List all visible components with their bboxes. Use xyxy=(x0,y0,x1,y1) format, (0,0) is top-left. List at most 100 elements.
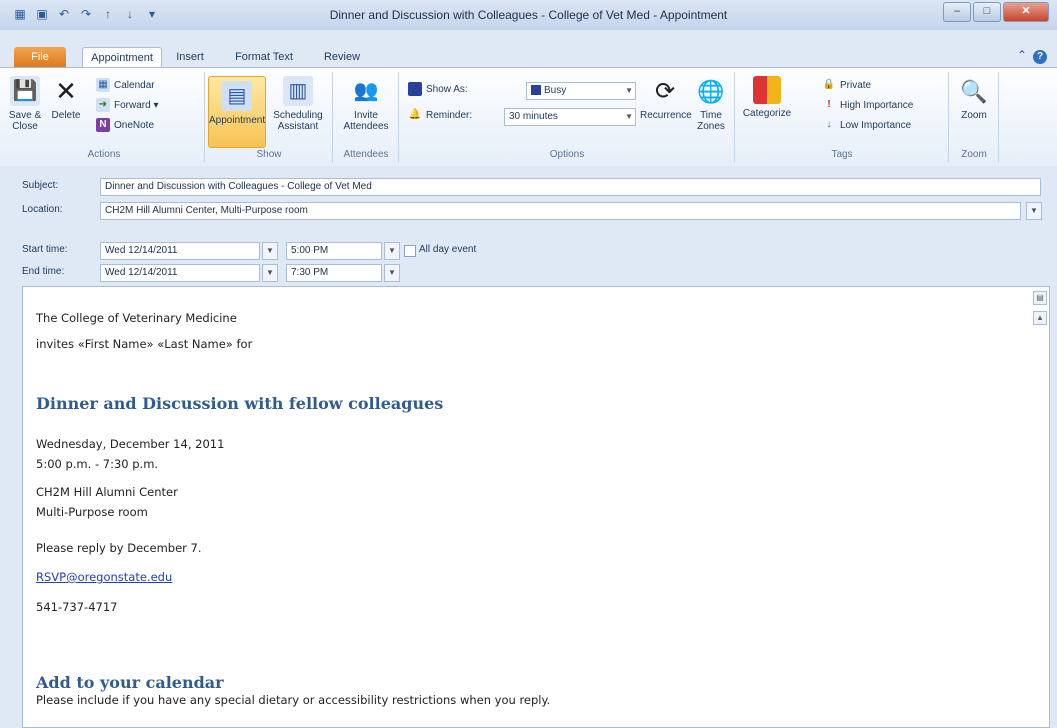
end-time-label: End time: xyxy=(22,266,65,277)
actions-group-label: Actions xyxy=(87,149,121,160)
bell-icon: 🔔 xyxy=(408,109,422,121)
onenote-button[interactable]: N OneNote xyxy=(96,118,154,134)
subject-label: Subject: xyxy=(22,180,59,191)
reminder-select[interactable]: 30 minutes ▼ xyxy=(504,108,636,126)
chevron-down-icon: ▼ xyxy=(625,112,633,121)
tab-review[interactable]: Review xyxy=(312,47,372,67)
appointment-form: Subject: Dinner and Discussion with Coll… xyxy=(0,166,1057,286)
body-time: 5:00 p.m. - 7:30 p.m. xyxy=(36,457,159,471)
location-label: Location: xyxy=(22,204,63,215)
start-time-dropdown[interactable]: ▼ xyxy=(384,242,400,260)
body-phone: 541-737-4717 xyxy=(36,600,118,614)
message-body[interactable]: ▤ ▲ The College of Veterinary Medicine i… xyxy=(22,286,1050,728)
time-zones-button[interactable]: 🌐 Time Zones xyxy=(692,76,730,132)
location-dropdown[interactable]: ▼ xyxy=(1026,202,1042,220)
reminder-label: 🔔 Reminder: xyxy=(408,108,472,124)
options-group-label: Options xyxy=(549,149,585,160)
appointment-icon: ▤ xyxy=(222,81,252,111)
onenote-icon: N xyxy=(96,118,110,133)
end-time-field[interactable]: 7:30 PM xyxy=(286,264,382,282)
zoom-group-label: Zoom xyxy=(961,149,987,160)
calendar-button[interactable]: ▦ Calendar xyxy=(96,78,155,94)
show-as-label: Show As: xyxy=(408,82,468,98)
categorize-icon xyxy=(753,76,781,104)
save-close-button[interactable]: 💾 Save & Close xyxy=(6,76,44,132)
low-importance-icon: ↓ xyxy=(826,119,832,131)
all-day-checkbox[interactable] xyxy=(404,245,416,257)
tab-file[interactable]: File xyxy=(14,47,66,67)
group-show: ▤ Appointment ▥ Scheduling Assistant Sho… xyxy=(206,72,333,162)
scheduling-assistant-button[interactable]: ▥ Scheduling Assistant xyxy=(268,76,328,132)
calendar-small-icon: ▦ xyxy=(96,78,110,93)
calendar-label: Calendar xyxy=(114,80,155,91)
save-close-icon: 💾 xyxy=(10,76,40,106)
chevron-down-icon: ▼ xyxy=(625,86,633,95)
start-date-dropdown[interactable]: ▼ xyxy=(262,242,278,260)
delete-label: Delete xyxy=(51,110,81,121)
body-scroll-controls: ▤ ▲ xyxy=(1033,291,1047,335)
recurrence-icon: ⟳ xyxy=(654,77,676,105)
location-field[interactable]: CH2M Hill Alumni Center, Multi-Purpose r… xyxy=(100,202,1021,220)
reminder-text: Reminder: xyxy=(426,110,473,121)
private-label: Private xyxy=(840,80,872,91)
all-day-label: All day event xyxy=(419,244,477,255)
tab-appointment[interactable]: Appointment xyxy=(82,47,162,69)
body-line-college: The College of Veterinary Medicine xyxy=(36,311,237,325)
forward-label: Forward xyxy=(114,100,151,111)
tab-insert[interactable]: Insert xyxy=(168,47,212,67)
show-group-label: Show xyxy=(256,149,282,160)
ribbon-collapse-icon[interactable]: ⌃ xyxy=(1017,48,1027,62)
window-title: Dinner and Discussion with Colleagues - … xyxy=(329,8,728,22)
help-icon[interactable]: ? xyxy=(1033,50,1047,64)
delete-icon: ✕ xyxy=(55,75,77,106)
forward-icon: ➜ xyxy=(96,98,110,113)
end-time-dropdown[interactable]: ▼ xyxy=(384,264,400,282)
delete-button[interactable]: ✕ Delete xyxy=(46,75,86,122)
body-date: Wednesday, December 14, 2011 xyxy=(36,437,225,451)
high-importance-label: High Importance xyxy=(840,100,914,111)
forward-button[interactable]: ➜ Forward ▾ xyxy=(96,98,159,114)
group-zoom: 🔍 Zoom Zoom xyxy=(950,72,999,162)
end-date-dropdown[interactable]: ▼ xyxy=(262,264,278,282)
subject-field[interactable]: Dinner and Discussion with Colleagues - … xyxy=(100,178,1041,196)
invite-label: Invite Attendees xyxy=(343,110,389,132)
categorize-button[interactable]: Categorize xyxy=(740,76,794,119)
close-button[interactable]: ✕ xyxy=(1003,2,1049,22)
tags-group-label: Tags xyxy=(831,149,853,160)
minimize-button[interactable]: – xyxy=(943,2,971,22)
show-as-icon xyxy=(408,82,422,97)
body-email-link[interactable]: RSVP@oregonstate.edu xyxy=(36,570,172,584)
private-button[interactable]: 🔒 Private xyxy=(822,78,871,94)
maximize-button[interactable]: □ xyxy=(973,2,1001,22)
body-line-invites: invites «First Name» «Last Name» for xyxy=(36,337,253,351)
save-close-label: Save & Close xyxy=(8,110,42,132)
recurrence-button[interactable]: ⟳ Recurrence xyxy=(640,76,692,121)
tab-format-text[interactable]: Format Text xyxy=(220,47,308,67)
ribbon: 💾 Save & Close ✕ Delete ▦ Calendar ➜ Forwa… xyxy=(0,67,1057,167)
start-date-field[interactable]: Wed 12/14/2011 xyxy=(100,242,260,260)
title-bar: ▦ ▣ ↶ ↷ ↑ ↓ ▾ Dinner and Discussion with… xyxy=(0,0,1057,31)
busy-swatch xyxy=(531,85,541,96)
globe-icon: 🌐 xyxy=(697,78,725,104)
categorize-label: Categorize xyxy=(742,108,792,119)
start-time-field[interactable]: 5:00 PM xyxy=(286,242,382,260)
show-as-select[interactable]: Busy ▼ xyxy=(526,82,636,100)
body-heading-calendar: Add to your calendar xyxy=(36,673,224,692)
low-importance-button[interactable]: ↓ Low Importance xyxy=(822,118,912,134)
attendees-group-label: Attendees xyxy=(343,149,389,160)
zoom-label: Zoom xyxy=(961,110,987,121)
scroll-up-icon[interactable]: ▲ xyxy=(1033,311,1047,325)
body-heading-dinner: Dinner and Discussion with fellow collea… xyxy=(36,394,444,413)
attendees-icon: 👥 xyxy=(353,79,379,102)
body-note: Please include if you have any special d… xyxy=(36,693,551,707)
appointment-view-label: Appointment xyxy=(209,115,266,126)
scheduling-icon: ▥ xyxy=(283,76,313,106)
ruler-toggle-icon[interactable]: ▤ xyxy=(1033,291,1047,305)
low-importance-label: Low Importance xyxy=(840,120,912,131)
invite-attendees-button[interactable]: 👥 Invite Attendees xyxy=(338,76,394,133)
appointment-view-button[interactable]: ▤ Appointment xyxy=(208,76,266,148)
end-date-field[interactable]: Wed 12/14/2011 xyxy=(100,264,260,282)
zoom-button[interactable]: 🔍 Zoom xyxy=(954,76,994,121)
group-actions: 💾 Save & Close ✕ Delete ▦ Calendar ➜ Forwa… xyxy=(4,72,205,162)
high-importance-button[interactable]: ! High Importance xyxy=(822,98,913,114)
